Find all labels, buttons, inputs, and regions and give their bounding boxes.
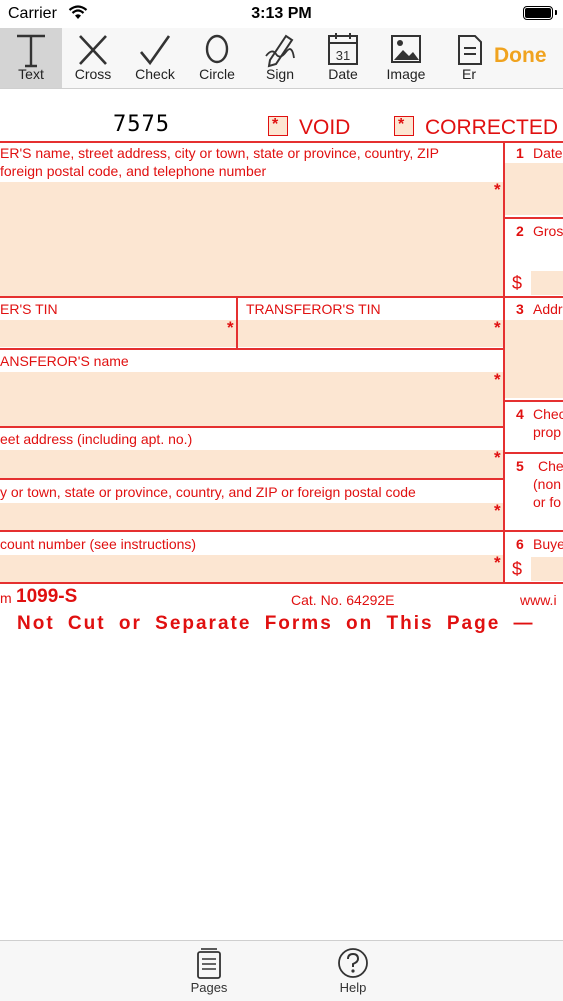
image-icon <box>391 35 421 63</box>
tab-help[interactable]: Help <box>313 941 393 1001</box>
box3-label: Addr <box>533 301 563 317</box>
calendar-icon: 31 <box>328 33 358 65</box>
void-label: VOID <box>299 116 351 139</box>
transferor-tin-field[interactable] <box>238 320 503 347</box>
website: www.i <box>520 592 557 608</box>
box5-number: 5 <box>516 458 524 474</box>
tool-text[interactable]: Text <box>0 28 62 88</box>
cat-number: Cat. No. 64292E <box>291 592 395 608</box>
bottom-tab-bar: Pages Help <box>0 940 563 1001</box>
tool-cross[interactable]: Cross <box>62 28 124 88</box>
box1-number: 1 <box>516 145 524 161</box>
city-state-field[interactable] <box>0 503 503 530</box>
box2-field[interactable] <box>531 271 563 295</box>
form-code: 7575 <box>113 112 170 137</box>
check-icon <box>139 35 171 66</box>
filer-tin-field[interactable] <box>0 320 236 347</box>
help-icon <box>338 948 368 978</box>
filer-name-label-2: foreign postal code, and telephone numbe… <box>0 163 267 179</box>
corrected-checkbox[interactable]: * <box>394 116 414 136</box>
form-prefix: m <box>0 590 12 606</box>
tool-sign[interactable]: Sign <box>249 28 311 88</box>
pages-icon <box>197 948 221 979</box>
done-button[interactable]: Done <box>494 44 547 68</box>
annotation-toolbar: Text Cross Check Circle Sign 31 Date Ima… <box>0 28 563 89</box>
box2-dollar: $ <box>512 273 523 293</box>
svg-text:31: 31 <box>336 48 350 63</box>
city-state-label: y or town, state or province, country, a… <box>0 484 416 500</box>
box4-number: 4 <box>516 406 524 422</box>
box6-label: Buye <box>533 536 563 552</box>
account-number-label: count number (see instructions) <box>0 536 197 552</box>
clock: 3:13 PM <box>251 5 312 22</box>
account-number-field[interactable] <box>0 555 503 582</box>
cross-icon <box>79 35 107 65</box>
filer-name-label: ER'S name, street address, city or town,… <box>0 145 439 161</box>
tab-pages[interactable]: Pages <box>169 941 249 1001</box>
transferor-tin-label: TRANSFEROR'S TIN <box>246 301 381 317</box>
tool-date[interactable]: 31 Date <box>312 28 374 88</box>
box5-label-2: (non <box>533 476 562 492</box>
box4-label: Chec <box>533 406 563 422</box>
box6-dollar: $ <box>512 559 523 579</box>
filer-name-field[interactable] <box>0 182 503 296</box>
tool-circle[interactable]: Circle <box>186 28 248 88</box>
filer-tin-label: ER'S TIN <box>0 301 58 317</box>
status-bar: Carrier 3:13 PM <box>0 0 563 28</box>
box6-field[interactable] <box>531 557 563 581</box>
battery-icon <box>523 6 557 20</box>
circle-icon <box>205 34 229 64</box>
do-not-cut-notice: Not Cut or Separate Forms on This Page — <box>17 613 535 634</box>
corrected-label: CORRECTED <box>425 116 559 139</box>
tool-eraser[interactable]: Er <box>438 28 500 88</box>
form-1099s-page: 7575 * VOID * CORRECTED ER'S name, stree… <box>0 110 563 650</box>
transferor-name-field[interactable] <box>0 372 503 426</box>
transferor-name-label: ANSFEROR'S name <box>0 353 129 369</box>
box1-field[interactable] <box>505 163 563 215</box>
box5-label-3: or fo <box>533 494 562 510</box>
box4-label-2: prop <box>533 424 562 440</box>
street-address-label: eet address (including apt. no.) <box>0 431 193 447</box>
form-name: 1099-S <box>16 586 78 607</box>
box1-label: Date <box>533 145 563 161</box>
box6-number: 6 <box>516 536 524 552</box>
box2-number: 2 <box>516 223 524 239</box>
box3-field[interactable] <box>505 320 563 398</box>
eraser-icon <box>458 35 482 65</box>
tool-check[interactable]: Check <box>124 28 186 88</box>
tool-image[interactable]: Image <box>375 28 437 88</box>
box3-number: 3 <box>516 301 524 317</box>
box5-label: Che <box>538 458 563 474</box>
street-address-field[interactable] <box>0 450 503 478</box>
text-icon <box>17 34 45 68</box>
void-checkbox[interactable]: * <box>268 116 288 136</box>
box2-label: Gros <box>533 223 563 239</box>
sign-icon <box>265 34 295 68</box>
